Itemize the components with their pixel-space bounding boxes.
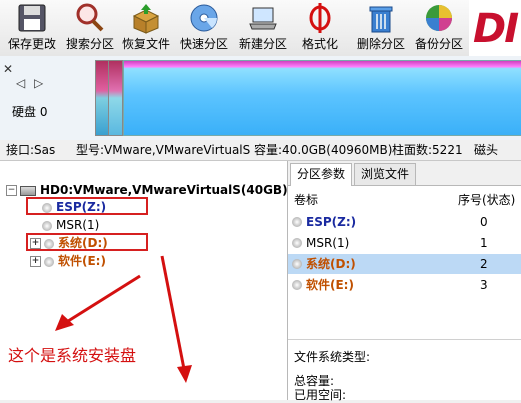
brand-logo: DI <box>469 0 521 56</box>
used-space-label: 已用空间: <box>294 388 347 402</box>
disk-label: 硬盘 0 <box>12 105 48 119</box>
partition-params-panel: 分区参数 浏览文件 卷标 序号(状态) ESP(Z:) 0 MSR(1) 1 系… <box>288 161 521 402</box>
delete-partition-label: 删除分区 <box>356 37 405 51</box>
magnifier-icon <box>76 3 104 32</box>
row-name: 系统(D:) <box>306 257 356 271</box>
floppy-icon <box>18 4 46 32</box>
row-seq: 2 <box>480 257 488 271</box>
disk-segment-esp[interactable] <box>95 60 109 136</box>
tab-bar: 分区参数 浏览文件 <box>288 161 521 186</box>
disk-info-line: 接口:Sas 型号:VMware,VMwareVirtualS 容量:40.0G… <box>0 140 521 161</box>
save-changes-button[interactable]: 保存更改 <box>4 0 60 56</box>
tab-browse-files[interactable]: 浏览文件 <box>354 163 417 185</box>
arrow-head-left <box>55 314 74 331</box>
heads-text: 磁头 <box>474 143 499 157</box>
toolbar: 保存更改 搜索分区 恢复文件 快速分区 新建分区 格式化 删除分区 备份分区 D… <box>0 0 521 57</box>
search-partition-button[interactable]: 搜索分区 <box>62 0 118 56</box>
annotation-text: 这个是系统安装盘 <box>8 346 137 365</box>
laptop-new-icon <box>249 7 277 30</box>
partition-icon <box>292 259 302 269</box>
row-name: MSR(1) <box>306 236 350 250</box>
table-row[interactable]: MSR(1) 1 <box>288 233 521 253</box>
delete-partition-button[interactable]: 删除分区 <box>352 0 410 56</box>
table-row[interactable]: ESP(Z:) 0 <box>288 212 521 232</box>
column-header-seq[interactable]: 序号(状态) <box>458 191 515 208</box>
partition-icon <box>292 280 302 290</box>
row-name: 软件(E:) <box>306 278 354 292</box>
row-seq: 0 <box>480 215 488 229</box>
partition-icon <box>292 238 302 248</box>
fs-type-label: 文件系统类型: <box>294 350 371 364</box>
backup-pie-icon <box>426 5 452 31</box>
cylinders-text: 柱面数:5221 <box>392 143 463 157</box>
table-row[interactable]: 软件(E:) 3 <box>288 275 521 295</box>
arrow-line-left <box>64 274 141 325</box>
panel-divider <box>288 339 521 340</box>
pin-icon[interactable]: ✕ <box>3 62 13 76</box>
save-changes-label: 保存更改 <box>7 37 56 51</box>
column-header-volume[interactable]: 卷标 <box>294 191 318 208</box>
backup-partition-label: 备份分区 <box>414 37 463 51</box>
brand-text: DI <box>473 6 519 52</box>
format-label: 格式化 <box>301 37 338 51</box>
arrow-line-down <box>160 255 186 370</box>
format-button[interactable]: 格式化 <box>294 0 346 56</box>
format-phi-icon <box>309 3 331 33</box>
disk-segment-system[interactable] <box>123 60 521 136</box>
search-partition-label: 搜索分区 <box>65 37 114 51</box>
trash-icon <box>369 6 393 33</box>
new-partition-button[interactable]: 新建分区 <box>234 0 292 56</box>
partition-icon <box>292 217 302 227</box>
backup-partition-button[interactable]: 备份分区 <box>410 0 468 56</box>
quick-partition-button[interactable]: 快速分区 <box>176 0 232 56</box>
quick-partition-label: 快速分区 <box>179 37 228 51</box>
prev-disk-icon[interactable]: ◁ <box>16 76 25 90</box>
disk-map-panel: ✕ ◁ ▷ 硬盘 0 <box>0 56 521 141</box>
new-partition-label: 新建分区 <box>238 37 287 51</box>
quick-partition-disc-icon <box>190 4 218 32</box>
next-disk-icon[interactable]: ▷ <box>34 76 43 90</box>
tab-partition-params[interactable]: 分区参数 <box>290 163 353 186</box>
restore-files-button[interactable]: 恢复文件 <box>118 0 174 56</box>
row-name: ESP(Z:) <box>306 215 357 229</box>
disk-segment-msr[interactable] <box>108 60 123 136</box>
capacity-text: 容量:40.0GB(40960MB) <box>254 143 393 157</box>
model-text: 型号:VMware,VMwareVirtualS <box>76 143 251 157</box>
row-seq: 3 <box>480 278 488 292</box>
table-row-selected[interactable]: 系统(D:) 2 <box>288 254 521 274</box>
restore-files-label: 恢复文件 <box>121 37 170 51</box>
row-seq: 1 <box>480 236 488 250</box>
interface-text: 接口:Sas <box>6 143 56 157</box>
arrow-head-down <box>177 365 192 383</box>
restore-box-icon <box>132 4 160 34</box>
